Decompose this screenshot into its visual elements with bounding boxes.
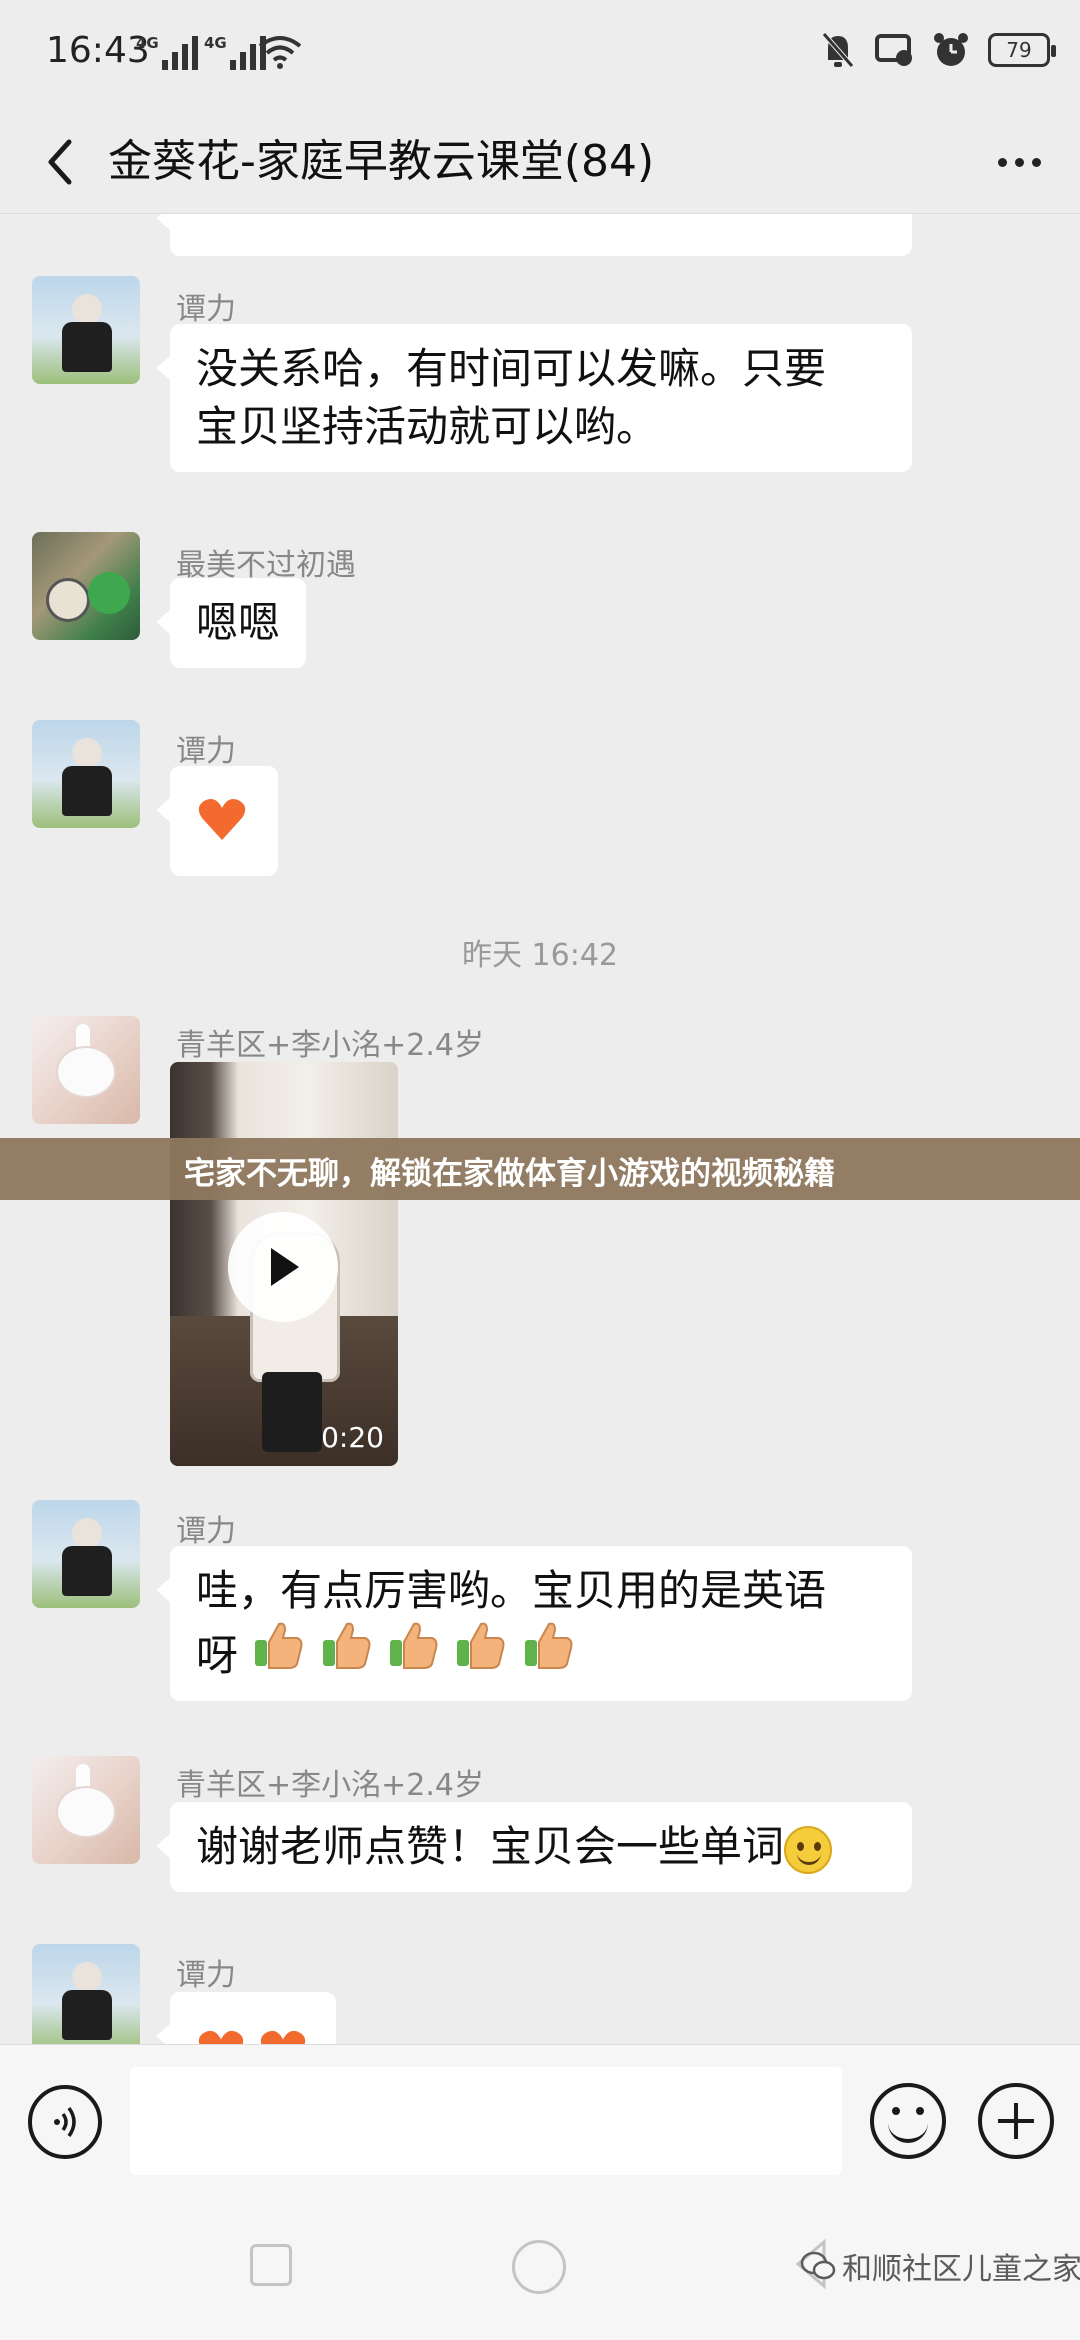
sender-name: 青羊区+李小洺+2.4岁 (176, 1768, 484, 1803)
caption-text: 宅家不无聊，解锁在家做体育小游戏的视频秘籍 (184, 1156, 835, 1192)
avatar-tanli[interactable] (32, 720, 140, 828)
sender-name: 谭力 (176, 1958, 236, 1993)
message-bubble[interactable] (156, 766, 278, 876)
heart-emoji-icon (260, 2030, 306, 2044)
avatar-tanli[interactable] (32, 1944, 140, 2044)
avatar-qingyang[interactable] (32, 1016, 140, 1124)
watermark: 和顺社区儿童之家 (800, 2244, 1080, 2288)
message-text-line: 没关系哈，有时间可以发嘛。只要 (196, 344, 827, 393)
network-type-2: 4G (204, 34, 227, 52)
status-bar: 16:43 4G 4G 79 (0, 0, 1080, 110)
alarm-icon (934, 33, 968, 66)
battery-level: 79 (1006, 38, 1032, 62)
heart-emoji-icon (198, 2030, 244, 2044)
network-type-1: 4G (136, 34, 159, 52)
sender-name: 谭力 (176, 734, 236, 769)
input-bar (0, 2044, 1080, 2192)
video-message[interactable]: 0:20 (170, 1062, 398, 1466)
status-icons: 79 (820, 30, 1056, 70)
mute-bell-icon (822, 32, 854, 68)
signal-icon-1 (162, 36, 198, 70)
recent-apps-button[interactable] (250, 2244, 292, 2286)
play-button[interactable] (228, 1212, 338, 1322)
avatar-tanli[interactable] (32, 1500, 140, 1608)
message-bubble[interactable]: 谢谢老师点赞！宝贝会一些单词 (156, 1802, 912, 1892)
more-options-button[interactable] (984, 130, 1054, 194)
message-bubble[interactable] (156, 1992, 336, 2044)
avatar-zuimei[interactable] (32, 532, 140, 640)
message-text-line: 哇，有点厉害哟。宝贝用的是英语 (196, 1566, 827, 1615)
sender-name: 谭力 (176, 1514, 236, 1549)
message-text-line: 呀 (196, 1631, 239, 1680)
smile-emoji-icon (784, 1825, 833, 1874)
voice-button[interactable] (28, 2085, 102, 2159)
chevron-left-icon (48, 139, 72, 185)
thumbs-up-emoji-row (251, 1622, 574, 1680)
thumbs-up-icon (457, 1622, 505, 1669)
caption-banner: 宅家不无聊，解锁在家做体育小游戏的视频秘籍 (0, 1138, 1080, 1200)
avatar-qingyang[interactable] (32, 1756, 140, 1864)
chat-title: 金葵花-家庭早教云课堂(84) (108, 136, 655, 187)
thumbs-up-icon (322, 1622, 371, 1669)
thumbs-up-icon (255, 1622, 303, 1669)
chat-header: 金葵花-家庭早教云课堂(84) (0, 110, 1080, 214)
thumbs-up-icon (524, 1622, 573, 1669)
battery-icon: 79 (988, 33, 1056, 67)
status-time: 16:43 (46, 30, 150, 71)
heart-emoji-icon (198, 798, 246, 840)
avatar-tanli[interactable] (32, 276, 140, 384)
back-button[interactable] (30, 128, 90, 196)
message-bubble[interactable]: 哇，有点厉害哟。宝贝用的是英语 呀 (156, 1546, 912, 1701)
screen-cast-icon (875, 34, 912, 66)
voice-icon (54, 2106, 76, 2138)
time-divider: 昨天 16:42 (462, 938, 618, 973)
home-button[interactable] (512, 2240, 566, 2294)
sender-name: 谭力 (176, 292, 236, 327)
message-text: 谢谢老师点赞！宝贝会一些单词 (196, 1822, 785, 1871)
message-bubble[interactable]: 没关系哈，有时间可以发嘛。只要 宝贝坚持活动就可以哟。 (156, 324, 912, 472)
system-nav-bar: 和顺社区儿童之家 (0, 2192, 1080, 2340)
previous-message-bubble[interactable] (156, 214, 912, 256)
wifi-icon (258, 36, 302, 69)
more-dots-icon (997, 157, 1007, 167)
sender-name: 青羊区+李小洺+2.4岁 (176, 1028, 484, 1063)
chat-messages[interactable]: 谭力 没关系哈，有时间可以发嘛。只要 宝贝坚持活动就可以哟。 最美不过初遇 嗯嗯… (0, 214, 1080, 2044)
message-text: 嗯嗯 (196, 598, 281, 647)
video-duration: 0:20 (321, 1421, 384, 1454)
thumbs-up-icon (390, 1622, 438, 1669)
message-bubble[interactable]: 嗯嗯 (155, 578, 307, 668)
emoji-button[interactable] (870, 2083, 946, 2159)
more-functions-button[interactable] (978, 2083, 1054, 2159)
watermark-text: 和顺社区儿童之家 (842, 2252, 1080, 2287)
message-input[interactable] (130, 2067, 842, 2175)
message-text-line: 宝贝坚持活动就可以哟。 (196, 402, 659, 451)
play-icon (271, 1248, 299, 1286)
wechat-logo-icon (800, 2251, 836, 2280)
